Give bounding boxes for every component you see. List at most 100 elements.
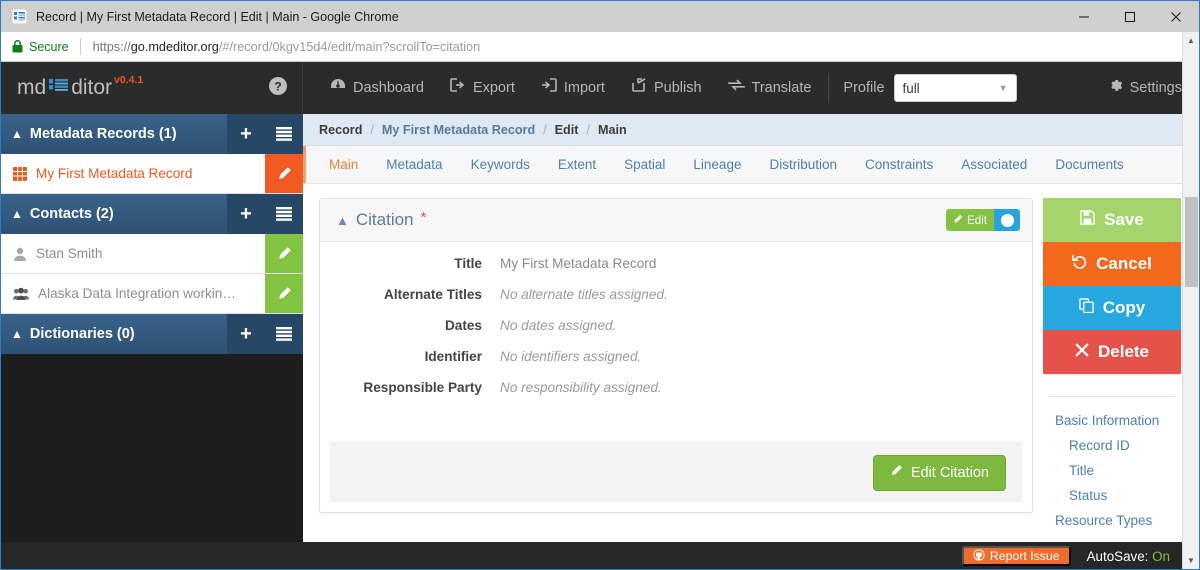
scrollbar-thumb[interactable] — [1185, 197, 1198, 287]
breadcrumb: Record / My First Metadata Record / Edit… — [303, 114, 1199, 146]
list-icon[interactable] — [265, 194, 303, 234]
triangle-down-icon[interactable]: ▼ — [1183, 552, 1199, 569]
nav-settings[interactable]: Settings — [1095, 62, 1195, 114]
plus-icon[interactable]: + — [227, 314, 265, 354]
breadcrumb-item-edit[interactable]: Edit — [555, 123, 579, 137]
nav-import[interactable]: Import — [528, 62, 618, 114]
tab-associated[interactable]: Associated — [947, 146, 1041, 184]
list-item[interactable]: Stan Smith — [1, 234, 303, 274]
sidebar-empty-area — [1, 354, 303, 569]
section-nav-title[interactable]: Title — [1055, 463, 1181, 478]
breadcrumb-item-record[interactable]: Record — [319, 123, 362, 137]
breadcrumb-separator: / — [543, 122, 547, 137]
rail-divider — [1049, 396, 1175, 397]
cancel-button[interactable]: Cancel — [1043, 242, 1181, 286]
toggle-knob[interactable] — [994, 209, 1020, 231]
edit-record-button[interactable] — [265, 154, 303, 193]
field-label: Alternate Titles — [384, 287, 482, 302]
nav-export[interactable]: Export — [437, 62, 528, 114]
url-prefix: https:// — [92, 39, 131, 54]
section-nav-status[interactable]: Status — [1055, 488, 1181, 503]
chevron-up-icon[interactable]: ▲ — [336, 213, 349, 228]
field-row-title: Title My First Metadata Record — [320, 256, 1032, 271]
citation-fields: Title My First Metadata Record Alternate… — [320, 242, 1032, 442]
edit-contact-button[interactable] — [265, 234, 303, 273]
sidebar-section-actions: + — [227, 114, 303, 154]
section-nav-basic-information[interactable]: Basic Information — [1055, 413, 1181, 428]
report-issue-label: Report Issue — [989, 549, 1060, 563]
mdeditor-mark-icon — [49, 78, 69, 95]
list-item[interactable]: My First Metadata Record — [1, 154, 303, 194]
list-item[interactable]: Alaska Data Integration working… — [1, 274, 303, 314]
help-icon[interactable]: ? — [268, 76, 288, 101]
profile-label: Profile — [843, 80, 885, 96]
sidebar-section-contacts[interactable]: ▲ Contacts (2) + — [1, 194, 303, 234]
field-label: Title — [454, 256, 482, 271]
main-column: Dashboard Export Import Publish Translat… — [303, 62, 1199, 569]
tab-bar: Main Metadata Keywords Extent Spatial Li… — [303, 146, 1199, 184]
save-button[interactable]: Save — [1043, 198, 1181, 242]
profile-select[interactable]: full ▼ — [893, 74, 1017, 102]
group-icon — [13, 287, 29, 301]
nav-label: Dashboard — [353, 80, 424, 96]
edit-citation-button[interactable]: Edit Citation — [872, 454, 1006, 491]
window-title: Record | My First Metadata Record | Edit… — [36, 9, 399, 24]
nav-dashboard[interactable]: Dashboard — [317, 62, 437, 114]
close-icon[interactable] — [1153, 1, 1199, 32]
nav-publish[interactable]: Publish — [618, 62, 715, 114]
address-bar[interactable]: Secure https://go.mdeditor.org/#/record/… — [1, 32, 1199, 62]
list-icon[interactable] — [265, 114, 303, 154]
edit-toggle[interactable]: Edit — [946, 209, 1020, 231]
field-label: Responsible Party — [363, 380, 482, 395]
page-scrollbar[interactable]: ▲ ▼ — [1182, 32, 1199, 569]
minimize-icon[interactable] — [1061, 1, 1107, 32]
chevron-up-icon: ▲ — [11, 207, 23, 221]
citation-panel: ▲ Citation * Edit Title My First Metadat… — [319, 198, 1033, 513]
plus-icon[interactable]: + — [227, 194, 265, 234]
undo-icon — [1072, 254, 1087, 274]
tab-lineage[interactable]: Lineage — [679, 146, 755, 184]
lock-icon — [12, 40, 23, 53]
section-nav-resource-types[interactable]: Resource Types — [1055, 513, 1181, 528]
copy-button[interactable]: Copy — [1043, 286, 1181, 330]
plus-icon[interactable]: + — [227, 114, 265, 154]
list-item-label: Alaska Data Integration working… — [38, 286, 243, 301]
person-icon — [13, 247, 27, 261]
breadcrumb-separator: / — [586, 122, 590, 137]
tab-constraints[interactable]: Constraints — [851, 146, 947, 184]
sidebar-section-metadata-records[interactable]: ▲ Metadata Records (1) + — [1, 114, 303, 154]
page-body: md ditor v0.4.1 ? ▲ Metadata Records (1)… — [1, 62, 1199, 569]
autosave-status: AutoSave: On — [1087, 549, 1170, 564]
url-text[interactable]: https://go.mdeditor.org/#/record/0kgv15d… — [93, 40, 481, 54]
sidebar-section-label: Dictionaries (0) — [29, 326, 135, 342]
sidebar-section-dictionaries[interactable]: ▲ Dictionaries (0) + — [1, 314, 303, 354]
x-icon — [1075, 342, 1089, 362]
url-domain: go.mdeditor.org — [130, 39, 219, 54]
tab-distribution[interactable]: Distribution — [755, 146, 851, 184]
nav-translate[interactable]: Translate — [715, 62, 825, 114]
tab-extent[interactable]: Extent — [544, 146, 610, 184]
report-issue-button[interactable]: Report Issue — [961, 546, 1071, 566]
tab-keywords[interactable]: Keywords — [457, 146, 544, 184]
field-row-dates: Dates No dates assigned. — [320, 318, 1032, 333]
edit-contact-button[interactable] — [265, 274, 303, 313]
tab-spatial[interactable]: Spatial — [610, 146, 679, 184]
delete-button[interactable]: Delete — [1043, 330, 1181, 374]
gear-icon — [1108, 62, 1123, 114]
tab-main[interactable]: Main — [315, 146, 372, 184]
copy-icon — [1079, 298, 1094, 318]
tab-documents[interactable]: Documents — [1041, 146, 1137, 184]
triangle-up-icon[interactable]: ▲ — [1183, 32, 1199, 49]
citation-panel-header[interactable]: ▲ Citation * Edit — [320, 199, 1032, 242]
edit-toggle-body: Edit — [946, 209, 994, 231]
section-nav-record-id[interactable]: Record ID — [1055, 438, 1181, 453]
maximize-icon[interactable] — [1107, 1, 1153, 32]
app-logo[interactable]: md ditor v0.4.1 — [17, 74, 143, 100]
right-rail: Save Cancel Copy Delete Basic Informatio… — [1043, 198, 1185, 569]
tab-metadata[interactable]: Metadata — [372, 146, 456, 184]
brand-bar: md ditor v0.4.1 ? — [1, 62, 303, 114]
breadcrumb-item-title[interactable]: My First Metadata Record — [382, 123, 535, 137]
list-icon[interactable] — [265, 314, 303, 354]
chevron-down-icon: ▼ — [998, 83, 1008, 93]
list-item-label: Stan Smith — [36, 246, 103, 261]
